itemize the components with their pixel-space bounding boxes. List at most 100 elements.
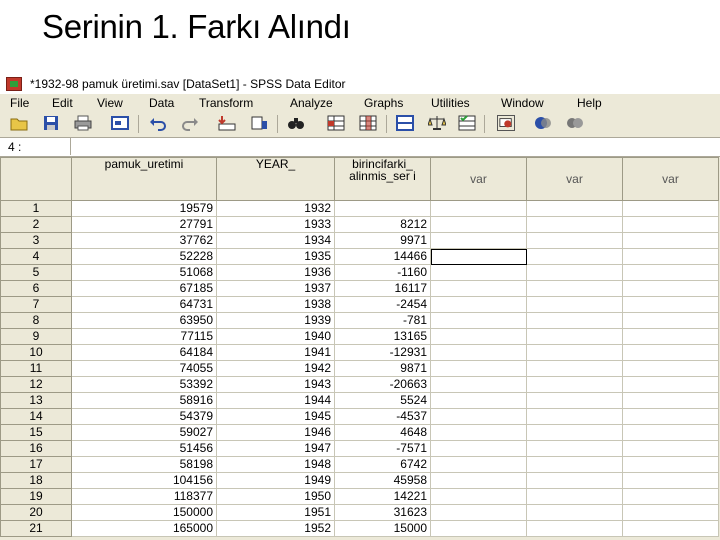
grid-cell[interactable] bbox=[622, 424, 719, 441]
row-number[interactable]: 6 bbox=[0, 280, 72, 297]
row-number[interactable]: 10 bbox=[0, 344, 72, 361]
column-header-birincifarki[interactable]: birincifarki_ alinmis_ser i bbox=[334, 157, 431, 201]
row-number[interactable]: 14 bbox=[0, 408, 72, 425]
grid-cell[interactable] bbox=[526, 328, 623, 345]
grid-cell[interactable] bbox=[430, 408, 527, 425]
insert-cases-icon[interactable] bbox=[327, 115, 345, 131]
grid-cell[interactable] bbox=[430, 392, 527, 409]
variables-icon[interactable] bbox=[250, 115, 268, 131]
grid-cell[interactable]: 1937 bbox=[216, 280, 335, 297]
grid-cell[interactable] bbox=[430, 296, 527, 313]
grid-cell[interactable] bbox=[526, 456, 623, 473]
row-number[interactable]: 15 bbox=[0, 424, 72, 441]
grid-cell[interactable]: 5524 bbox=[334, 392, 431, 409]
redo-icon[interactable] bbox=[181, 115, 199, 131]
grid-cell[interactable] bbox=[526, 488, 623, 505]
grid-cell[interactable] bbox=[334, 200, 431, 217]
menu-graphs[interactable]: Graphs bbox=[364, 96, 403, 110]
grid-cell[interactable] bbox=[526, 360, 623, 377]
grid-cell[interactable] bbox=[430, 344, 527, 361]
grid-cell[interactable] bbox=[622, 328, 719, 345]
row-number[interactable]: 1 bbox=[0, 200, 72, 217]
grid-corner[interactable] bbox=[0, 157, 72, 201]
row-number[interactable]: 4 bbox=[0, 248, 72, 265]
grid-cell[interactable] bbox=[526, 472, 623, 489]
grid-cell[interactable] bbox=[526, 440, 623, 457]
grid-cell[interactable] bbox=[622, 376, 719, 393]
grid-cell[interactable]: 52228 bbox=[71, 248, 217, 265]
grid-cell[interactable] bbox=[526, 264, 623, 281]
row-number[interactable]: 17 bbox=[0, 456, 72, 473]
row-number[interactable]: 19 bbox=[0, 488, 72, 505]
grid-cell[interactable]: 16117 bbox=[334, 280, 431, 297]
cell-value-input[interactable] bbox=[70, 138, 720, 155]
grid-cell[interactable] bbox=[622, 504, 719, 521]
grid-cell[interactable]: 150000 bbox=[71, 504, 217, 521]
grid-cell[interactable]: -12931 bbox=[334, 344, 431, 361]
grid-cell[interactable] bbox=[622, 488, 719, 505]
value-labels-icon[interactable] bbox=[497, 115, 515, 131]
open-folder-icon[interactable] bbox=[10, 115, 28, 131]
grid-cell[interactable] bbox=[430, 424, 527, 441]
use-sets-icon[interactable] bbox=[534, 115, 552, 131]
row-number[interactable]: 7 bbox=[0, 296, 72, 313]
grid-cell[interactable] bbox=[430, 216, 527, 233]
grid-cell[interactable] bbox=[622, 440, 719, 457]
grid-cell[interactable] bbox=[430, 360, 527, 377]
column-header-var-1[interactable]: var bbox=[430, 157, 527, 201]
menu-utilities[interactable]: Utilities bbox=[431, 96, 470, 110]
grid-cell[interactable]: 1940 bbox=[216, 328, 335, 345]
column-header-year[interactable]: YEAR_ bbox=[216, 157, 335, 201]
grid-cell[interactable] bbox=[622, 344, 719, 361]
grid-cell[interactable]: 67185 bbox=[71, 280, 217, 297]
grid-cell[interactable]: 53392 bbox=[71, 376, 217, 393]
row-number[interactable]: 5 bbox=[0, 264, 72, 281]
grid-cell[interactable] bbox=[526, 504, 623, 521]
menu-transform[interactable]: Transform bbox=[199, 96, 253, 110]
grid-cell[interactable] bbox=[622, 392, 719, 409]
grid-cell[interactable] bbox=[622, 296, 719, 313]
grid-cell[interactable]: -7571 bbox=[334, 440, 431, 457]
grid-cell[interactable]: 63950 bbox=[71, 312, 217, 329]
find-binoculars-icon[interactable] bbox=[287, 115, 305, 131]
grid-cell[interactable]: -1160 bbox=[334, 264, 431, 281]
grid-cell[interactable]: 77115 bbox=[71, 328, 217, 345]
grid-cell[interactable] bbox=[622, 520, 719, 537]
grid-cell[interactable]: 1942 bbox=[216, 360, 335, 377]
grid-cell[interactable]: 54379 bbox=[71, 408, 217, 425]
split-file-icon[interactable] bbox=[396, 115, 414, 131]
undo-icon[interactable] bbox=[149, 115, 167, 131]
column-header-var-2[interactable]: var bbox=[526, 157, 623, 201]
grid-cell[interactable] bbox=[430, 488, 527, 505]
menu-view[interactable]: View bbox=[97, 96, 123, 110]
grid-cell[interactable]: 1943 bbox=[216, 376, 335, 393]
grid-cell[interactable]: 14466 bbox=[334, 248, 431, 265]
grid-cell[interactable] bbox=[526, 200, 623, 217]
column-header-var-3[interactable]: var bbox=[622, 157, 719, 201]
grid-cell[interactable] bbox=[526, 312, 623, 329]
menu-file[interactable]: File bbox=[10, 96, 29, 110]
grid-cell[interactable]: 1939 bbox=[216, 312, 335, 329]
grid-cell[interactable] bbox=[526, 216, 623, 233]
grid-cell[interactable] bbox=[622, 360, 719, 377]
grid-cell[interactable]: 1949 bbox=[216, 472, 335, 489]
menu-data[interactable]: Data bbox=[149, 96, 174, 110]
row-number[interactable]: 18 bbox=[0, 472, 72, 489]
grid-cell[interactable]: 118377 bbox=[71, 488, 217, 505]
row-number[interactable]: 12 bbox=[0, 376, 72, 393]
menu-help[interactable]: Help bbox=[577, 96, 602, 110]
grid-cell[interactable] bbox=[526, 392, 623, 409]
grid-cell[interactable]: 19579 bbox=[71, 200, 217, 217]
grid-cell[interactable]: 1947 bbox=[216, 440, 335, 457]
grid-cell[interactable] bbox=[430, 280, 527, 297]
grid-cell[interactable] bbox=[430, 264, 527, 281]
grid-cell[interactable]: 4648 bbox=[334, 424, 431, 441]
grid-cell[interactable]: 1935 bbox=[216, 248, 335, 265]
grid-cell[interactable]: 1952 bbox=[216, 520, 335, 537]
grid-cell[interactable]: 1933 bbox=[216, 216, 335, 233]
grid-cell[interactable]: 9871 bbox=[334, 360, 431, 377]
grid-cell[interactable] bbox=[526, 248, 623, 265]
grid-cell[interactable] bbox=[526, 232, 623, 249]
show-all-variables-icon[interactable] bbox=[566, 115, 584, 131]
grid-cell[interactable] bbox=[430, 312, 527, 329]
